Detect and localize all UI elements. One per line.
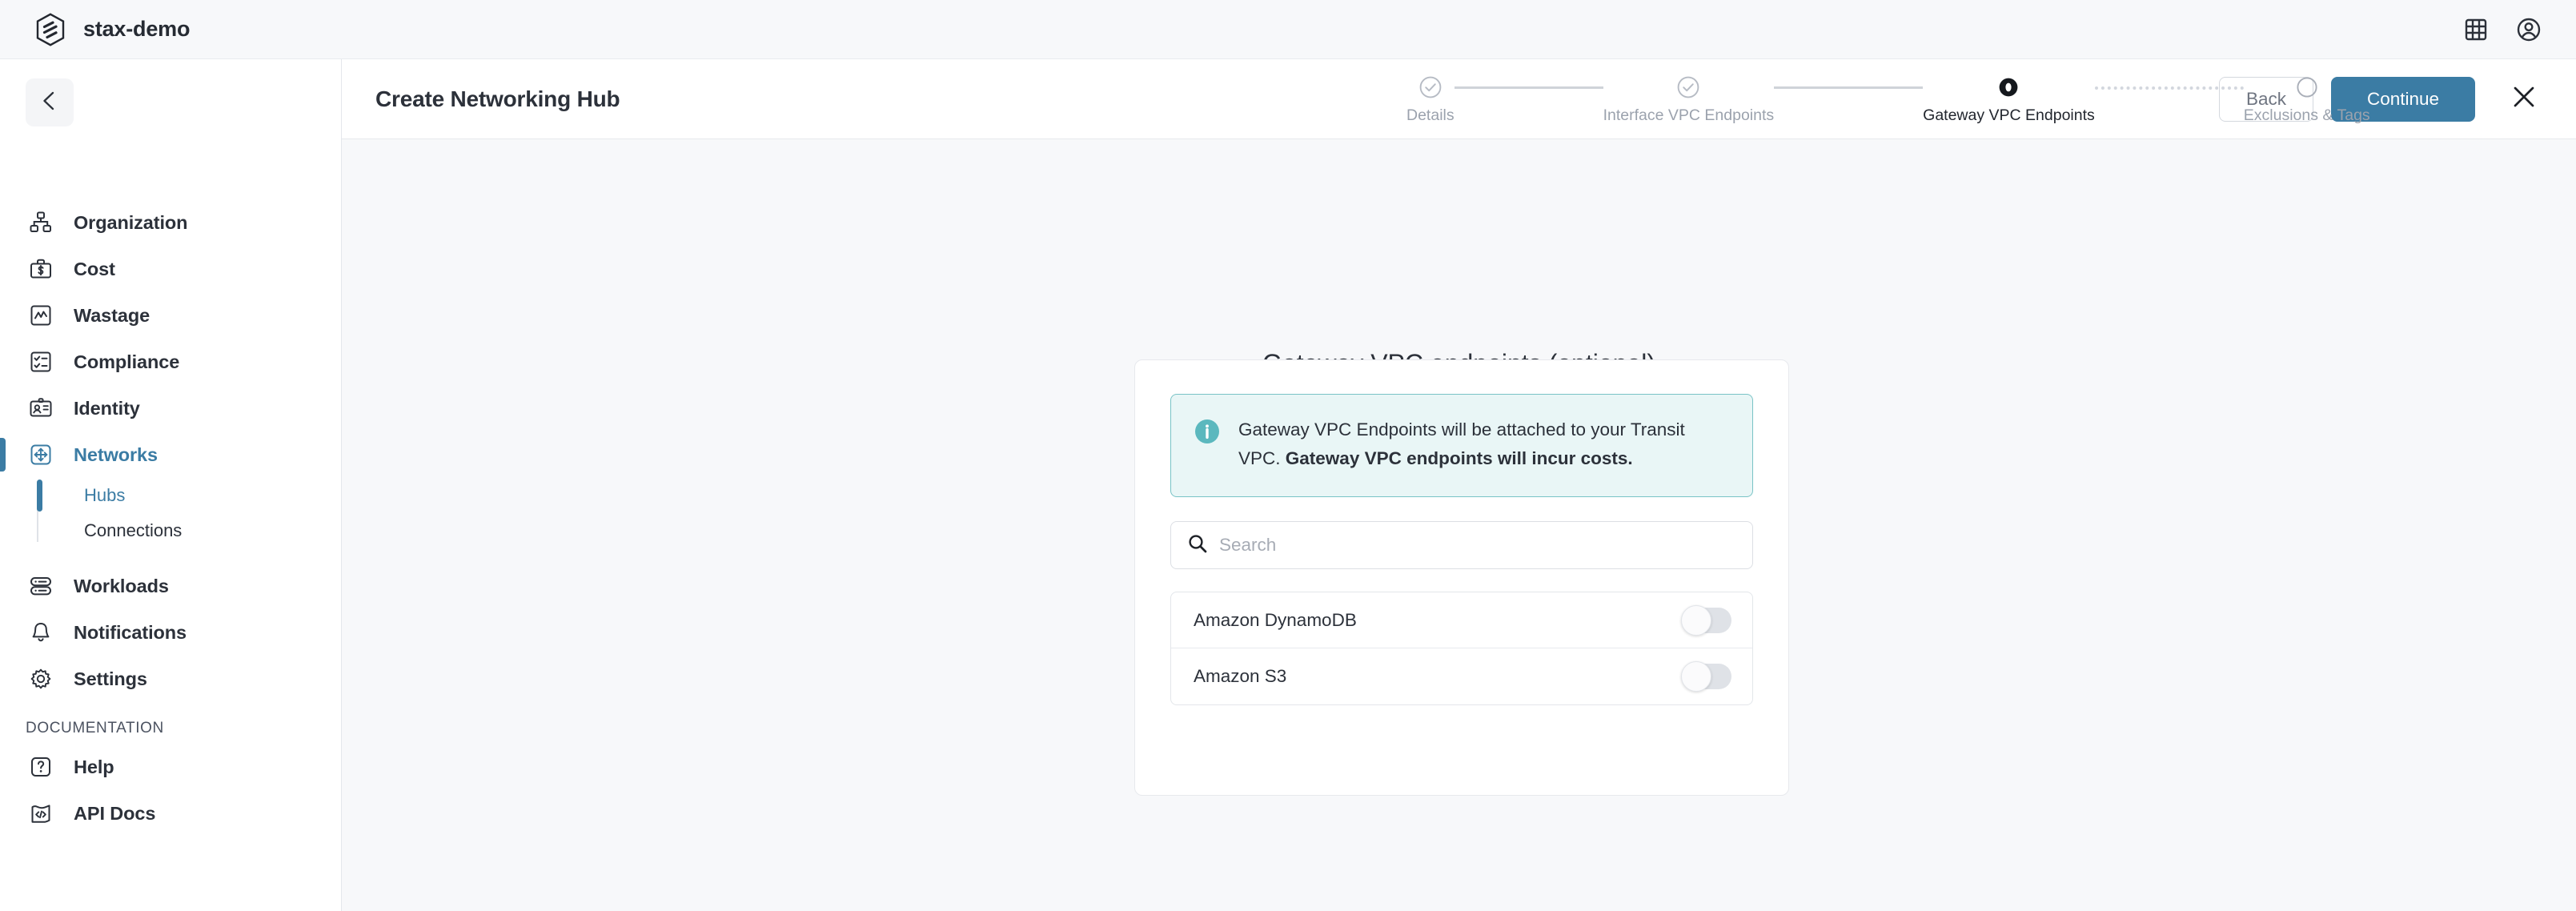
sidebar-item-networks[interactable]: Networks	[0, 431, 342, 478]
search-box[interactable]	[1170, 521, 1753, 570]
sidebar-subitem-label: Hubs	[84, 485, 126, 505]
step-connector-pending	[2094, 86, 2244, 90]
sidebar-item-cost[interactable]: Cost	[0, 246, 342, 292]
sidebar-item-hubs[interactable]: Hubs	[37, 478, 342, 513]
sidebar-item-api-docs[interactable]: API Docs	[0, 790, 342, 837]
info-circle-icon	[1194, 418, 1221, 445]
wizard-header: Create Networking Hub Details Interface …	[342, 59, 2576, 139]
endpoints-list: Amazon DynamoDB Amazon S3	[1170, 592, 1753, 706]
info-alert-text-bold: Gateway VPC endpoints will incur costs.	[1285, 447, 1633, 468]
info-alert: Gateway VPC Endpoints will be attached t…	[1170, 394, 1753, 498]
wizard-stepper: Details Interface VPC Endpoints Gateway …	[1406, 59, 2370, 139]
stax-hexagon-logo-icon	[35, 12, 66, 46]
sidebar-item-label: Help	[74, 756, 114, 777]
checklist-box-icon	[26, 347, 56, 377]
current-step-dot-icon	[1996, 75, 2020, 99]
top-bar: stax-demo	[0, 0, 2576, 59]
step-interface-vpc-endpoints[interactable]: Interface VPC Endpoints	[1603, 59, 1775, 125]
close-x-icon	[2510, 83, 2538, 114]
top-bar-actions	[2462, 16, 2542, 43]
sidebar-item-connections[interactable]: Connections	[84, 513, 342, 548]
sidebar-nav: Organization Cost Wastage Compliance Ide…	[0, 199, 342, 837]
sidebar-item-label: Cost	[74, 258, 115, 279]
code-document-icon	[26, 798, 56, 829]
sidebar-item-label: Settings	[74, 668, 147, 689]
sidebar-item-label: Compliance	[74, 351, 180, 372]
step-gateway-vpc-endpoints[interactable]: Gateway VPC Endpoints	[1923, 59, 2095, 125]
brand[interactable]: stax-demo	[35, 12, 191, 46]
main-region: Create Networking Hub Details Interface …	[342, 59, 2576, 911]
empty-circle-icon	[2295, 75, 2319, 99]
bell-icon	[26, 617, 56, 648]
sidebar-item-compliance[interactable]: Compliance	[0, 339, 342, 385]
org-chart-icon	[26, 207, 56, 238]
step-details[interactable]: Details	[1406, 59, 1455, 125]
sidebar-item-help[interactable]: Help	[0, 744, 342, 790]
endpoint-label: Amazon S3	[1194, 666, 1287, 687]
sidebar-item-settings[interactable]: Settings	[0, 656, 342, 702]
step-label: Exclusions & Tags	[2243, 106, 2370, 124]
endpoint-toggle-dynamodb[interactable]	[1681, 604, 1731, 636]
close-wizard-button[interactable]	[2506, 81, 2542, 118]
search-icon	[1187, 533, 1208, 558]
step-label: Details	[1406, 106, 1455, 124]
toggle-knob	[1681, 661, 1711, 692]
sidebar-item-organization[interactable]: Organization	[0, 199, 342, 246]
question-box-icon	[26, 752, 56, 782]
list-item[interactable]: Amazon DynamoDB	[1171, 592, 1752, 649]
sidebar-item-identity[interactable]: Identity	[0, 385, 342, 431]
server-stack-icon	[26, 571, 56, 601]
step-connector	[1774, 86, 1924, 89]
sidebar-item-label: Workloads	[74, 575, 169, 596]
account-circle-icon[interactable]	[2515, 16, 2542, 43]
sidebar-subitem-label: Connections	[84, 520, 183, 540]
info-alert-text: Gateway VPC Endpoints will be attached t…	[1238, 415, 1730, 472]
toggle-knob	[1681, 604, 1711, 636]
sidebar-item-label: Organization	[74, 211, 188, 233]
sidebar-item-label: Identity	[74, 397, 140, 419]
endpoint-toggle-s3[interactable]	[1681, 661, 1731, 692]
search-input[interactable]	[1219, 535, 1736, 556]
brand-name: stax-demo	[83, 17, 191, 41]
step-exclusions-and-tags[interactable]: Exclusions & Tags	[2244, 59, 2370, 125]
sidebar-section-documentation: DOCUMENTATION	[26, 720, 164, 736]
chevron-left-icon	[38, 90, 61, 116]
gateway-endpoints-card: Gateway VPC Endpoints will be attached t…	[1134, 359, 1789, 796]
list-item[interactable]: Amazon S3	[1171, 648, 1752, 704]
sidebar-item-label: API Docs	[74, 802, 156, 824]
sidebar-item-label: Networks	[74, 443, 158, 465]
sidebar-item-label: Wastage	[74, 304, 150, 326]
move-arrows-box-icon	[26, 439, 56, 470]
gear-icon	[26, 664, 56, 694]
check-circle-icon	[1676, 75, 1700, 99]
wizard-content: Gateway VPC endpoints (optional) Gateway…	[342, 139, 2576, 911]
endpoint-label: Amazon DynamoDB	[1194, 609, 1357, 630]
sidebar-item-workloads[interactable]: Workloads	[0, 563, 342, 609]
id-card-icon	[26, 393, 56, 423]
check-circle-icon	[1418, 75, 1442, 99]
step-connector	[1454, 86, 1603, 89]
step-label: Gateway VPC Endpoints	[1923, 106, 2095, 124]
sidebar-item-label: Notifications	[74, 621, 187, 643]
sidebar-item-wastage[interactable]: Wastage	[0, 292, 342, 339]
step-label: Interface VPC Endpoints	[1603, 106, 1775, 124]
sidebar-item-notifications[interactable]: Notifications	[0, 609, 342, 656]
page-title: Create Networking Hub	[375, 86, 620, 111]
sidebar-subnav-networks: Hubs Connections	[0, 478, 342, 548]
briefcase-dollar-icon	[26, 254, 56, 284]
chart-line-box-icon	[26, 300, 56, 331]
sidebar-collapse-button[interactable]	[26, 78, 74, 126]
sidebar: Organization Cost Wastage Compliance Ide…	[0, 59, 342, 911]
grid-apps-icon[interactable]	[2462, 16, 2490, 43]
